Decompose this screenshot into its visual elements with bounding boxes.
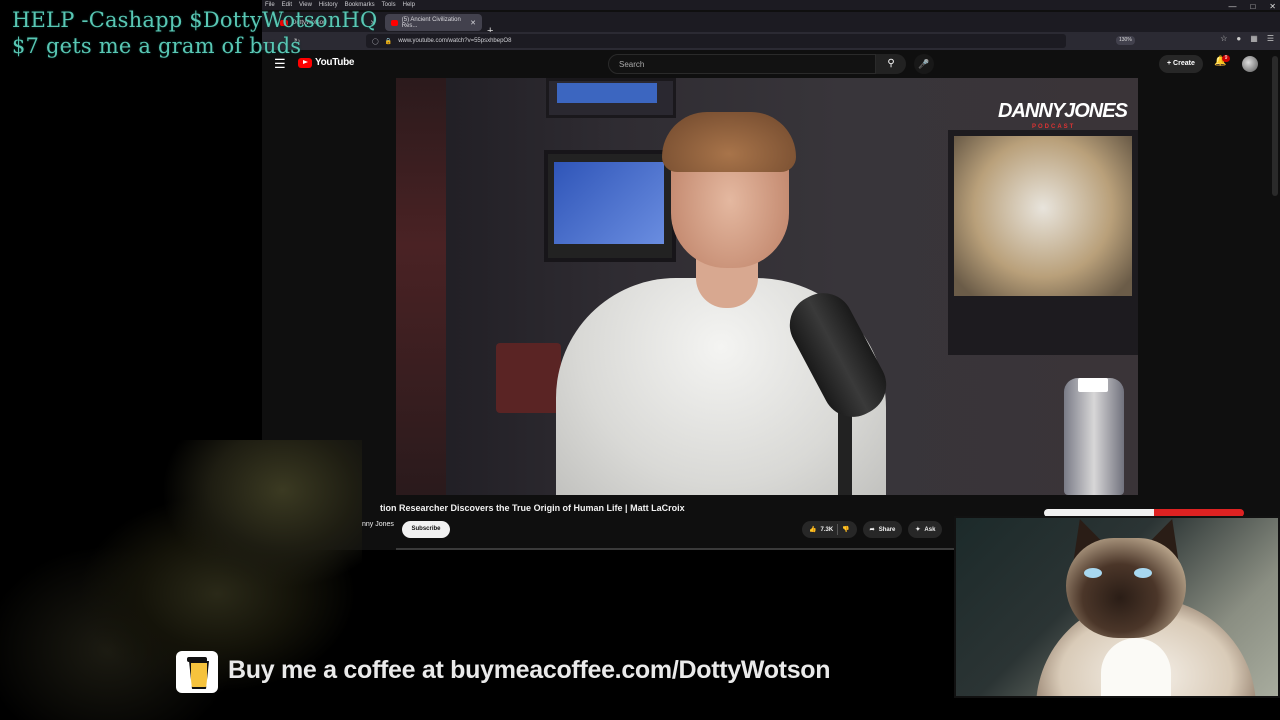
youtube-logo[interactable]: YouTube	[298, 57, 355, 68]
create-button[interactable]: + Create	[1159, 55, 1203, 73]
video-player[interactable]: DANNYJONES PODCAST	[396, 78, 1138, 495]
microphone-icon[interactable]: 🎤	[914, 54, 934, 74]
avatar[interactable]	[1242, 56, 1258, 72]
water-bottle-cap	[1078, 378, 1108, 392]
tab-label: (5) Ancient Civilization Res...	[401, 16, 461, 29]
overlay-buds-text: $7 gets me a gram of buds	[12, 34, 302, 58]
ask-button[interactable]: ✦ Ask	[908, 521, 943, 538]
menu-help[interactable]: Help	[403, 0, 415, 10]
url-text: www.youtube.com/watch?v=55psxhbepO8	[398, 38, 512, 44]
overlay-cashapp-text: HELP -Cashapp $DottyWotsonHQ	[12, 8, 378, 32]
nav-bar: ← → ↻ ◯ 🔒 www.youtube.com/watch?v=55psxh…	[262, 32, 1280, 50]
search-icon[interactable]: ⚲	[876, 54, 906, 74]
water-bottle	[1064, 378, 1124, 495]
menu-tools[interactable]: Tools	[382, 0, 396, 10]
studio-artwork	[948, 130, 1138, 355]
close-window-icon[interactable]: ✕	[1269, 2, 1276, 11]
lock-icon[interactable]: 🔒	[385, 38, 392, 45]
youtube-header: ☰ YouTube Search ⚲ 🎤 + Create 🔔 9	[262, 52, 1280, 76]
video-actions: 👍 7.3K 👎 ➦ Share ✦ Ask	[802, 521, 943, 538]
menu-bar: File Edit View History Bookmarks Tools H…	[262, 0, 1280, 10]
hamburger-menu-icon[interactable]: ☰	[274, 56, 286, 72]
studio-screen	[544, 150, 676, 262]
thumbs-up-icon[interactable]: 👍	[809, 526, 816, 533]
maximize-icon[interactable]: □	[1250, 2, 1255, 11]
youtube-play-icon	[298, 57, 312, 68]
close-tab-icon[interactable]: ✕	[470, 19, 476, 27]
like-count[interactable]: 7.3K	[820, 527, 833, 533]
studio-panel	[546, 78, 676, 118]
search-input[interactable]: Search	[608, 54, 876, 74]
podcast-brand-logo: DANNYJONES	[998, 100, 1128, 122]
address-bar[interactable]: ◯ 🔒 www.youtube.com/watch?v=55psxhbepO8	[366, 34, 1066, 48]
toolbar-icons: ☆ ● ▦ ☰	[1220, 34, 1274, 43]
channel-name[interactable]: nny Jones	[362, 521, 394, 528]
tab-strip: DottyWotson ✕ (5) Ancient Civilization R…	[262, 12, 1280, 37]
sparkle-icon: ✦	[915, 527, 921, 533]
cat-head	[1066, 538, 1186, 638]
extensions-icon[interactable]: ▦	[1250, 34, 1258, 43]
share-icon: ➦	[869, 527, 875, 533]
ask-label: Ask	[924, 526, 936, 533]
like-divider	[837, 524, 839, 535]
tab-ancient-civilization[interactable]: (5) Ancient Civilization Res... ✕	[385, 14, 482, 31]
cat-eye-right	[1134, 568, 1152, 578]
menu-icon[interactable]: ☰	[1267, 34, 1274, 43]
subscribe-button[interactable]: Subscribe	[402, 521, 450, 538]
coffee-banner-text: Buy me a coffee at buymeacoffee.com/Dott…	[228, 656, 831, 684]
scrollbar[interactable]	[1272, 56, 1278, 196]
podcast-brand-subtitle: PODCAST	[1032, 124, 1076, 130]
video-title: tion Researcher Discovers the True Origi…	[380, 503, 685, 513]
youtube-favicon-icon	[391, 19, 398, 26]
notification-badge: 9	[1222, 55, 1230, 62]
bookmark-star-icon[interactable]: ☆	[1220, 34, 1227, 43]
cat-eye-left	[1084, 568, 1102, 578]
shield-icon[interactable]: ◯	[372, 38, 379, 45]
zoom-level-badge[interactable]: 130%	[1116, 36, 1135, 45]
page-divider	[396, 548, 956, 550]
studio-equipment	[496, 343, 561, 413]
guest-hair	[662, 112, 796, 172]
thumbs-down-icon[interactable]: 👎	[842, 526, 849, 533]
webcam-overlay	[954, 516, 1280, 698]
studio-wall-decor	[396, 78, 446, 495]
youtube-logo-text: YouTube	[315, 57, 355, 68]
coffee-cup-icon	[176, 651, 218, 693]
share-button[interactable]: ➦ Share	[862, 521, 903, 538]
minimize-icon[interactable]: —	[1228, 2, 1236, 11]
window-controls: — □ ✕	[1228, 0, 1276, 12]
create-label: Create	[1173, 60, 1195, 67]
share-label: Share	[878, 526, 896, 533]
account-icon[interactable]: ●	[1236, 34, 1241, 43]
like-dislike-group: 👍 7.3K 👎	[802, 521, 857, 538]
